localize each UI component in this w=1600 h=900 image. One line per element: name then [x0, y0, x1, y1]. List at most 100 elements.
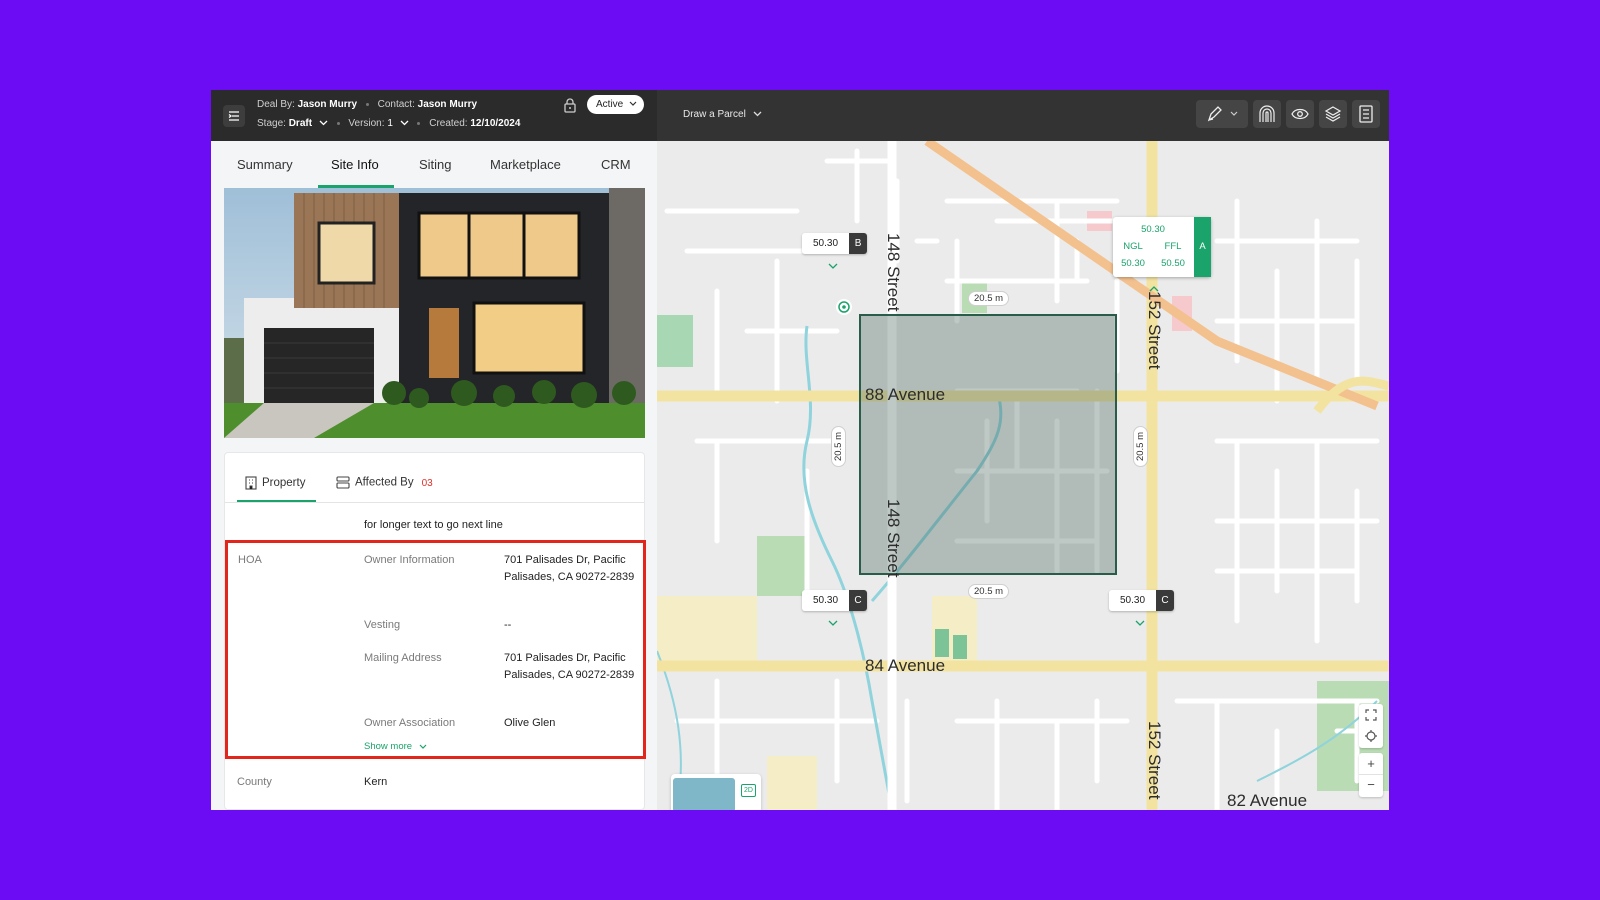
- tab-summary[interactable]: Summary: [237, 157, 293, 172]
- show-more-link[interactable]: Show more: [364, 741, 427, 752]
- tag-a-value: 50.30: [1141, 224, 1165, 235]
- main-tabs: Summary Site Info Siting Marketplace CRM: [211, 141, 657, 188]
- draw-parcel-label: Draw a Parcel: [683, 109, 746, 120]
- minimap-thumbnail: [673, 778, 735, 810]
- status-dropdown[interactable]: Active: [587, 95, 644, 114]
- created-label: Created:: [429, 118, 468, 129]
- elevation-tag-b[interactable]: 50.30 B: [802, 233, 868, 254]
- subtab-property-label: Property: [262, 477, 306, 490]
- show-more-label: Show more: [364, 741, 413, 752]
- owner-information-value: 701 Palisades Dr, Pacific Palisades, CA …: [504, 554, 635, 583]
- mode-2d-button[interactable]: 2D: [741, 784, 756, 797]
- site-info-panel: Deal By: Jason Murry Contact: Jason Murr…: [211, 90, 657, 810]
- tab-crm[interactable]: CRM: [601, 157, 631, 172]
- lock-icon[interactable]: [563, 97, 577, 113]
- eye-icon: [1291, 108, 1309, 120]
- dimension-label-left: 20.5 m: [831, 426, 846, 468]
- dimension-label-right: 20.5 m: [1133, 426, 1148, 468]
- chevron-down-icon: [629, 101, 637, 106]
- app-window: Deal By: Jason Murry Contact: Jason Murr…: [211, 90, 1389, 810]
- elevation-tag-key: B: [849, 233, 868, 254]
- pen-icon: [1207, 106, 1238, 122]
- menu-button[interactable]: [223, 105, 245, 127]
- elevation-tag-value: 50.30: [802, 233, 850, 254]
- separator-dot: [417, 121, 421, 125]
- street-label-148-street: 148 Street: [884, 233, 903, 312]
- dimension-label-top: 20.5 m: [968, 291, 1010, 306]
- tag-a-ffl-label: FFL: [1164, 241, 1182, 252]
- dimension-label-bottom: 20.5 m: [968, 584, 1010, 599]
- chevron-down-icon: [753, 111, 762, 117]
- hoa-section-label: HOA: [238, 554, 262, 566]
- version-label: Version:: [348, 118, 385, 129]
- locate-icon[interactable]: [1365, 730, 1377, 742]
- stack-icon: [336, 476, 350, 489]
- deal-by-value: Jason Murry: [297, 99, 358, 110]
- expand-icon[interactable]: [1365, 709, 1377, 721]
- owner-information-label: Owner Information: [364, 554, 455, 566]
- property-card: Property Affected By 03 for longer text t…: [224, 452, 646, 810]
- draw-parcel-dropdown[interactable]: Draw a Parcel: [683, 109, 762, 120]
- active-subtab-indicator: [237, 500, 316, 502]
- street-label-88-avenue: 88 Avenue: [865, 385, 946, 404]
- owner-association-label: Owner Association: [364, 717, 456, 729]
- created-value: 12/10/2024: [470, 118, 521, 129]
- separator-dot: [365, 102, 369, 106]
- subtab-property[interactable]: Property: [245, 476, 305, 490]
- stage-dropdown[interactable]: Stage: Draft: [257, 118, 331, 129]
- layers-button[interactable]: [1319, 100, 1347, 128]
- contour-icon: [1259, 105, 1275, 122]
- map-toolbar: Draw a Parcel: [657, 90, 1389, 141]
- affected-count-badge: 03: [421, 477, 433, 489]
- stage-value: Draft: [288, 118, 313, 129]
- elevation-tag-c-right[interactable]: 50.30 C: [1109, 590, 1175, 611]
- tag-a-ngl-value: 50.30: [1121, 258, 1145, 269]
- detail-note: for longer text to go next line: [364, 519, 503, 531]
- elevation-tag-c-left[interactable]: 50.30 C: [802, 590, 868, 611]
- street-label-148-street-lower: 148 Street: [884, 499, 903, 578]
- deal-info-row: Deal By: Jason Murry Contact: Jason Murr…: [257, 99, 477, 110]
- minimap-toggle[interactable]: 2D: [671, 774, 761, 810]
- deal-meta-row: Stage: Draft Version: 1 Created: 12/10/2…: [257, 118, 520, 129]
- chevron-down-icon: [319, 120, 328, 126]
- elevation-tag-value: 50.30: [1109, 590, 1157, 611]
- subtab-affected-by[interactable]: Affected By 03: [336, 476, 433, 489]
- site-map[interactable]: 88 Avenue 84 Avenue 82 Avenue 148 Street…: [657, 137, 1389, 810]
- contour-button[interactable]: [1253, 100, 1281, 128]
- elevation-tag-key: C: [1156, 590, 1175, 611]
- county-value: Kern: [364, 776, 388, 788]
- version-dropdown[interactable]: Version: 1: [348, 118, 411, 129]
- property-photo: [224, 188, 645, 438]
- street-label-84-avenue: 84 Avenue: [865, 656, 946, 675]
- elevation-tag-value: 50.30: [802, 590, 850, 611]
- deal-header: Deal By: Jason Murry Contact: Jason Murr…: [211, 90, 657, 141]
- street-label-82-avenue: 82 Avenue: [1227, 791, 1308, 810]
- vesting-value: --: [504, 619, 512, 631]
- tab-marketplace[interactable]: Marketplace: [490, 157, 561, 172]
- tag-a-ngl-label: NGL: [1123, 241, 1143, 252]
- elevation-tag-a[interactable]: 50.30 NGL FFL 50.30 50.50 A: [1113, 217, 1211, 277]
- mailing-address-value: 701 Palisades Dr, Pacific Palisades, CA …: [504, 652, 635, 681]
- county-label: County: [237, 776, 272, 788]
- layers-icon: [1324, 106, 1342, 122]
- deal-by-label: Deal By:: [257, 99, 295, 110]
- visibility-button[interactable]: [1286, 100, 1314, 128]
- tag-a-key: A: [1194, 217, 1211, 277]
- subtab-affected-by-label: Affected By: [355, 476, 414, 489]
- contact-label: Contact:: [377, 99, 415, 110]
- contact-value: Jason Murry: [417, 99, 478, 110]
- status-value: Active: [596, 99, 624, 110]
- target-icon: [836, 299, 852, 315]
- report-button[interactable]: [1352, 100, 1380, 128]
- street-label-152-street: 152 Street: [1145, 291, 1164, 370]
- zoom-out-button[interactable]: −: [1359, 775, 1383, 797]
- zoom-controls: + −: [1359, 753, 1383, 797]
- map-panel: Draw a Parcel 88 Avenue 84 Avenue 82 Ave…: [657, 90, 1389, 810]
- version-value: 1: [387, 118, 393, 129]
- pen-tool-button[interactable]: [1196, 100, 1248, 128]
- tab-site-info[interactable]: Site Info: [331, 157, 379, 172]
- map-view-controls: [1359, 704, 1383, 748]
- zoom-in-button[interactable]: +: [1359, 753, 1383, 775]
- street-label-152-street-lower: 152 Street: [1145, 721, 1164, 800]
- tab-siting[interactable]: Siting: [419, 157, 452, 172]
